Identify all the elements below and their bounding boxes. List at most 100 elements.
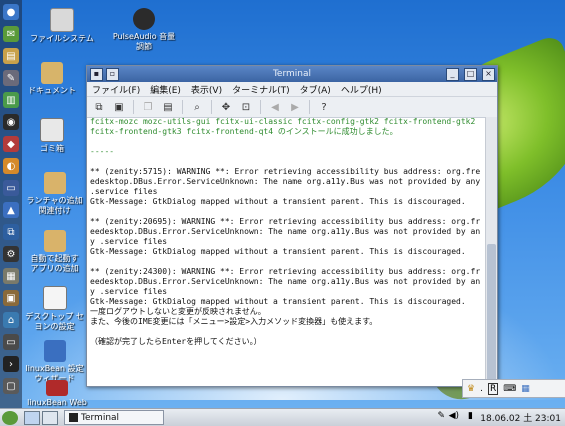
dock-display-icon[interactable]: ▭ — [3, 180, 19, 196]
terminal-line: fcitx-mozc mozc-utils-gui fcitx-ui-class… — [90, 117, 481, 136]
terminal-scrollbar[interactable] — [485, 117, 497, 386]
window-pin-icon[interactable]: ▫ — [106, 67, 119, 81]
terminal-line: （確認が完了したらEnterを押してください。） — [90, 337, 262, 346]
launcher-folder-icon — [43, 172, 66, 194]
taskbar-terminal-label: Terminal — [81, 412, 120, 423]
dock-mail-icon[interactable]: ✉ — [3, 26, 19, 42]
paste-icon[interactable]: ▤ — [160, 99, 176, 115]
terminal-line: また、今後のIME変更には「メニュー>設定>入力メソッド変換器」も使えます。 — [90, 317, 378, 326]
workspace-icon[interactable] — [42, 410, 58, 425]
menu-terminal[interactable]: ターミナル(T) — [227, 83, 295, 96]
dock-folder-icon[interactable]: ▤ — [3, 48, 19, 64]
desktop-icon-session[interactable]: デスクトップ セ ヨンの設定 — [22, 286, 87, 332]
dock-notes-icon[interactable]: ▥ — [3, 92, 19, 108]
terminal-window: ▪ ▫ Terminal _ □ × ファイル(F) 編集(E) 表示(V) タ… — [86, 65, 498, 387]
dock-archive-icon[interactable]: ▣ — [3, 290, 19, 306]
trash-icon — [40, 118, 64, 142]
ime-r-icon[interactable]: R — [487, 382, 499, 395]
minimize-icon[interactable]: _ — [446, 68, 459, 81]
desktop-icon-documents[interactable]: ドキュメント — [22, 62, 82, 96]
new-tab-icon[interactable]: ⧉ — [91, 99, 107, 115]
window-menu-icon[interactable]: ▪ — [90, 67, 103, 81]
terminal-line: Gtk-Message: GtkDialog mapped without a … — [90, 297, 466, 306]
ime-input-mode-icon[interactable]: . — [480, 384, 483, 394]
web-icon — [46, 380, 68, 396]
desktop-icon-trash[interactable]: ゴミ箱 — [22, 118, 82, 154]
fullscreen-icon[interactable]: ⊡ — [238, 99, 254, 115]
speaker-icon — [133, 8, 155, 30]
dock-remote-icon[interactable]: ⌂ — [3, 312, 19, 328]
desktop-icon-label: ゴミ箱 — [40, 144, 64, 153]
ime-keyboard-icon[interactable]: ⌨ — [503, 384, 516, 394]
dock-bird-icon[interactable]: ▲ — [3, 202, 19, 218]
dock-pen-icon[interactable]: ✎ — [3, 70, 19, 86]
left-dock: ● ✉ ▤ ✎ ▥ ◉ ◆ ◐ ▭ ▲ ⧉ ⚙ ▦ ▣ ⌂ ▭ › ▢ — [0, 0, 22, 408]
desktop-icon-filesystem[interactable]: ファイルシステム — [22, 8, 102, 44]
toolbar: ⧉ ▣ ❐ ▤ ⌕ ✥ ⊡ ◀ ▶ ? — [87, 97, 497, 118]
wizard-check-icon — [43, 340, 66, 362]
terminal-line: Gtk-Message: GtkDialog mapped without a … — [90, 197, 466, 206]
menu-view[interactable]: 表示(V) — [186, 83, 227, 96]
dock-palette-icon[interactable]: ◐ — [3, 158, 19, 174]
prev-tab-icon[interactable]: ◀ — [267, 99, 283, 115]
dock-browser-icon[interactable]: ● — [3, 4, 19, 20]
find-icon[interactable]: ⌕ — [189, 99, 205, 115]
toolbar-separator — [309, 100, 310, 114]
toolbar-separator — [260, 100, 261, 114]
dock-media-icon[interactable]: ◉ — [3, 114, 19, 130]
new-window-icon[interactable]: ▣ — [111, 99, 127, 115]
desktop-icon-web[interactable]: linuxBean Web — [22, 380, 92, 408]
copy-icon[interactable]: ❐ — [140, 99, 156, 115]
drive-icon — [50, 8, 74, 32]
help-icon[interactable]: ? — [316, 99, 332, 115]
mic-icon[interactable]: ✎ — [437, 411, 445, 421]
desktop-icon-pulseaudio[interactable]: PulseAudio 音量 調節 — [104, 8, 184, 52]
close-icon[interactable]: × — [482, 68, 495, 81]
desktop-icon-launcher[interactable]: ランチャの追加 関連付け — [22, 172, 87, 216]
volume-icon[interactable]: ◀) — [449, 411, 459, 421]
toolbar-separator — [211, 100, 212, 114]
taskbar-clock[interactable]: 18.06.02 土 23:01 — [480, 411, 561, 424]
desktop-icon-label: デスクトップ セ ヨンの設定 — [25, 312, 84, 331]
session-icon — [42, 286, 67, 310]
dock-trash-icon[interactable]: ▢ — [3, 378, 19, 394]
next-tab-icon[interactable]: ▶ — [287, 99, 303, 115]
ime-crown-icon[interactable]: ♛ — [467, 384, 475, 394]
maximize-icon[interactable]: □ — [464, 68, 477, 81]
desktop-icon-wizard[interactable]: linuxBean 設定 ウィザード — [22, 340, 87, 384]
menu-edit[interactable]: 編集(E) — [145, 83, 186, 96]
menu-tabs[interactable]: タブ(A) — [295, 83, 336, 96]
desktop-icon-label: PulseAudio 音量 調節 — [112, 32, 176, 51]
menu-file[interactable]: ファイル(F) — [87, 83, 145, 96]
taskbar-terminal-button[interactable]: Terminal — [64, 410, 164, 425]
battery-icon[interactable]: ▮ — [468, 411, 473, 421]
show-desktop-icon[interactable] — [24, 410, 40, 425]
dock-game-icon[interactable]: ◆ — [3, 136, 19, 152]
terminal-output[interactable]: fcitx-mozc mozc-utils-gui fcitx-ui-class… — [87, 117, 485, 386]
desktop-icon-autostart[interactable]: 自動で起動す アプリの追加 — [22, 230, 87, 274]
ime-config-icon[interactable]: ▦ — [521, 384, 530, 394]
dock-settings-icon[interactable]: ⚙ — [3, 246, 19, 262]
dock-package-icon[interactable]: ▦ — [3, 268, 19, 284]
ime-toolbar[interactable]: ♛ . R ⌨ ▦ — [462, 379, 565, 398]
move-icon[interactable]: ✥ — [218, 99, 234, 115]
desktop-icon-label: ランチャの追加 関連付け — [26, 196, 83, 215]
dock-monitor-icon[interactable]: ▭ — [3, 334, 19, 350]
folder-icon — [41, 62, 63, 84]
menu-bar: ファイル(F) 編集(E) 表示(V) ターミナル(T) タブ(A) ヘルプ(H… — [87, 82, 497, 97]
desktop-icon-label: linuxBean Web — [27, 398, 87, 407]
scrollbar-thumb[interactable] — [487, 244, 496, 384]
dock-network-icon[interactable]: ⧉ — [3, 224, 19, 240]
autostart-folder-icon — [43, 230, 66, 252]
menu-help[interactable]: ヘルプ(H) — [336, 83, 387, 96]
dock-terminal-icon[interactable]: › — [3, 356, 19, 372]
terminal-line: 一度ログアウトしないと変更が反映されません。 — [90, 307, 266, 316]
desktop-icon-label: ファイルシステム — [30, 34, 94, 43]
window-titlebar[interactable]: ▪ ▫ Terminal _ □ × — [87, 66, 497, 82]
toolbar-separator — [182, 100, 183, 114]
start-menu-icon[interactable] — [2, 410, 18, 425]
